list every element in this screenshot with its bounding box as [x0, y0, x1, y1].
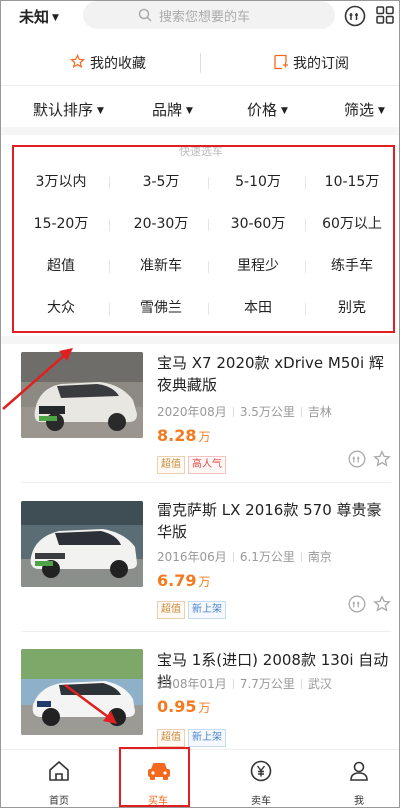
caret-down-icon: ▼ [186, 106, 193, 116]
listing-divider [21, 631, 391, 632]
more-filter[interactable]: 筛选 ▼ [344, 99, 385, 120]
grid-menu-icon[interactable] [376, 6, 394, 24]
caret-down-icon: ▼ [281, 106, 288, 116]
more-filter-label: 筛选 [344, 101, 375, 119]
tt-logo-icon[interactable] [344, 5, 366, 27]
listing-title: 雷克萨斯 LX 2016款 570 尊贵豪华版 [157, 501, 382, 541]
meta-divider [300, 679, 302, 689]
price-unit: 万 [198, 430, 211, 444]
my-subscriptions-button[interactable]: 我的订阅 [274, 53, 349, 73]
listing-divider [21, 482, 391, 483]
nav-home-label: 首页 [49, 796, 69, 807]
listing-mileage: 6.1万公里 [239, 550, 295, 564]
favorites-row: 我的收藏 我的订阅 [1, 45, 399, 81]
tag-badge: 新上架 [188, 601, 226, 619]
price-value: 0.95 [157, 697, 197, 716]
listing-tags: 超值 新上架 [157, 725, 229, 747]
search-icon [138, 8, 152, 22]
listing-price: 8.28 万 [157, 426, 211, 445]
listing-title: 宝马 X7 2020款 xDrive M50i 辉夜典藏版 [157, 354, 384, 394]
car-photo [21, 501, 143, 587]
city-selector[interactable]: 未知 ▼ [19, 6, 59, 27]
section-gap [1, 127, 399, 135]
top-bar: 未知 ▼ 搜索您想要的车 [1, 1, 399, 37]
listing-date: 2008年01月 [157, 677, 227, 691]
listing-city: 武汉 [307, 677, 332, 691]
listing-price: 0.95 万 [157, 697, 211, 716]
caret-down-icon: ▼ [97, 106, 104, 116]
annotation-arrow-icon [64, 683, 117, 724]
listing-mileage: 7.7万公里 [239, 677, 295, 691]
tag-badge: 新上架 [188, 729, 226, 747]
caret-down-icon: ▼ [378, 106, 385, 116]
tt-compare-icon[interactable] [348, 595, 366, 613]
star-favorite-icon[interactable] [373, 450, 391, 468]
meta-divider [300, 552, 302, 562]
meta-divider [300, 407, 302, 417]
nav-home[interactable]: 首页 [9, 750, 109, 807]
price-filter[interactable]: 价格 ▼ [247, 99, 288, 120]
my-subscriptions-label: 我的订阅 [293, 56, 349, 72]
filter-bar: 默认排序 ▼ 品牌 ▼ 价格 ▼ 筛选 ▼ [1, 95, 399, 123]
listing-meta: 2016年06月 6.1万公里 南京 [157, 548, 332, 565]
nav-sell-car-label: 卖车 [251, 796, 271, 807]
price-unit: 万 [198, 701, 211, 715]
price-value: 8.28 [157, 426, 197, 445]
price-unit: 万 [198, 575, 211, 589]
nav-me[interactable]: 我 [309, 750, 399, 807]
city-label: 未知 [19, 8, 50, 26]
meta-divider [232, 679, 234, 689]
price-value: 6.79 [157, 571, 197, 590]
listing-meta: 2020年08月 3.5万公里 吉林 [157, 403, 332, 420]
caret-down-icon: ▼ [52, 13, 59, 23]
listing-date: 2020年08月 [157, 405, 227, 419]
annotation-arrow-icon [2, 348, 73, 410]
tag-badge: 超值 [157, 729, 185, 747]
brand-filter-label: 品牌 [152, 101, 183, 119]
annotation-highlight-box [119, 747, 190, 807]
meta-divider [232, 552, 234, 562]
yen-coin-icon [250, 760, 272, 782]
tag-badge: 超值 [157, 601, 185, 619]
listing-tags: 超值 新上架 [157, 597, 229, 619]
listing-mileage: 3.5万公里 [239, 405, 295, 419]
subscribe-icon [274, 54, 288, 70]
search-placeholder: 搜索您想要的车 [159, 10, 251, 25]
listing-price: 6.79 万 [157, 571, 211, 590]
meta-divider [232, 407, 234, 417]
tag-badge: 超值 [157, 456, 185, 474]
my-favorites-button[interactable]: 我的收藏 [70, 53, 146, 73]
listing-date: 2016年06月 [157, 550, 227, 564]
annotation-highlight-box [12, 145, 395, 333]
sort-filter[interactable]: 默认排序 ▼ [33, 99, 104, 120]
sort-filter-label: 默认排序 [33, 101, 94, 119]
star-favorite-icon[interactable] [373, 595, 391, 613]
car-listing[interactable]: 雷克萨斯 LX 2016款 570 尊贵豪华版 2016年06月 6.1万公里 南京… [1, 491, 399, 641]
listing-city: 南京 [307, 550, 332, 564]
favorites-divider [200, 53, 201, 73]
my-favorites-label: 我的收藏 [90, 56, 146, 72]
tt-compare-icon[interactable] [348, 450, 366, 468]
divider [1, 85, 399, 86]
listing-tags: 超值 高人气 [157, 452, 229, 474]
brand-filter[interactable]: 品牌 ▼ [152, 99, 193, 120]
listing-city: 吉林 [307, 405, 332, 419]
user-icon [350, 761, 368, 781]
bottom-nav: 首页 买车 卖车 我 [1, 749, 399, 807]
tag-badge: 高人气 [188, 456, 226, 474]
home-icon [49, 761, 69, 781]
nav-me-label: 我 [354, 796, 364, 807]
search-input[interactable]: 搜索您想要的车 [83, 1, 335, 29]
app-screen: 未知 ▼ 搜索您想要的车 我的收藏 我的订阅 默认排序 ▼ 品牌 ▼ 价格 ▼ … [0, 0, 400, 808]
star-outline-icon [70, 54, 85, 68]
nav-sell-car[interactable]: 卖车 [211, 750, 311, 807]
listing-meta: 2008年01月 7.7万公里 武汉 [157, 675, 332, 692]
price-filter-label: 价格 [247, 101, 278, 119]
